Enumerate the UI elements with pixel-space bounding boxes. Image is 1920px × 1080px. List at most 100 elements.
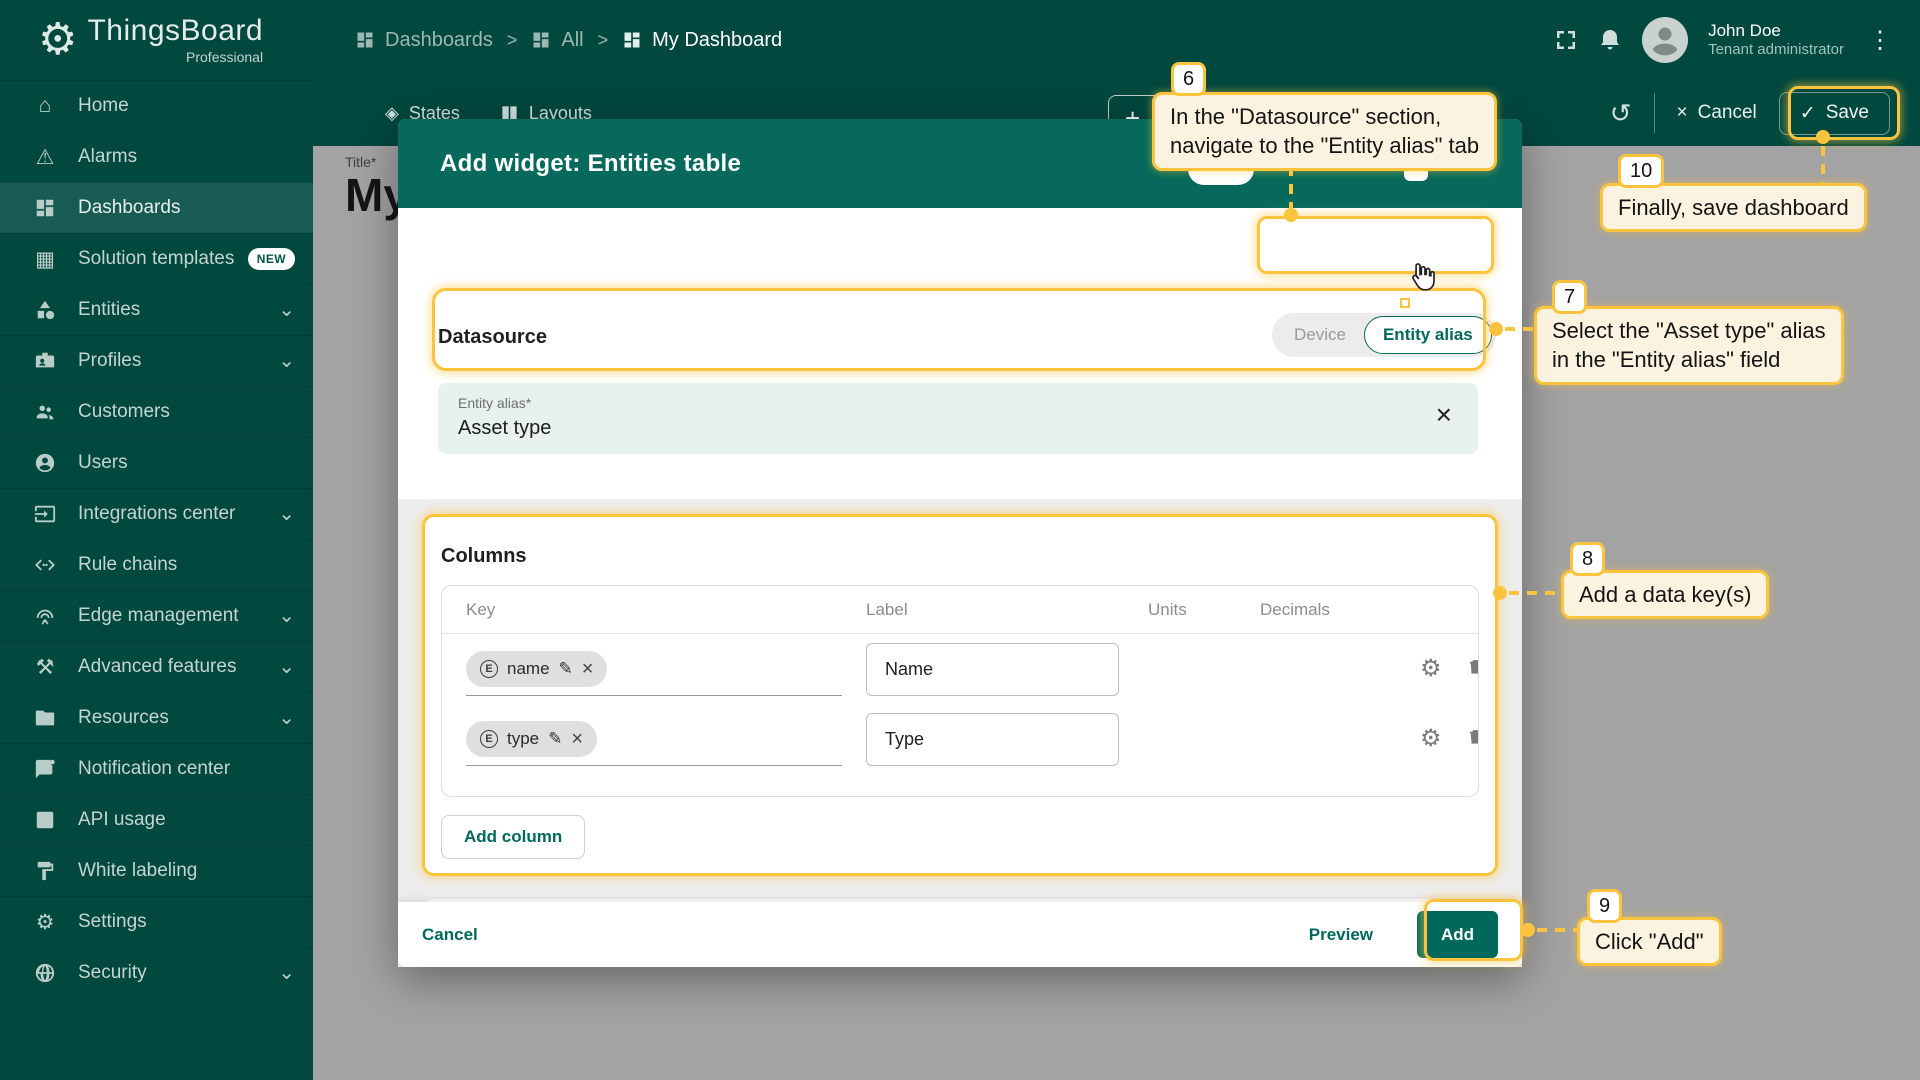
callout-6: In the "Datasource" section, navigate to… bbox=[1152, 92, 1497, 171]
sidebar-item-solution-templates[interactable]: ▦ Solution templates NEW bbox=[0, 233, 313, 284]
logo[interactable]: ⚙ ThingsBoard Professional bbox=[0, 0, 313, 80]
dialog-title: Add widget: Entities table bbox=[440, 150, 741, 178]
entity-alias-value: Asset type bbox=[458, 417, 1458, 440]
breadcrumb-my-dashboard[interactable]: My Dashboard bbox=[622, 29, 782, 52]
check-icon: ✓ bbox=[1800, 102, 1816, 125]
thingsboard-logo-icon: ⚙ bbox=[38, 18, 77, 62]
add-column-button[interactable]: Add column bbox=[441, 815, 585, 859]
sidebar-item-security[interactable]: Security ⌄ bbox=[0, 947, 313, 998]
notifications-bell-icon[interactable] bbox=[1598, 28, 1622, 52]
sidebar-item-dashboards[interactable]: Dashboards bbox=[0, 182, 313, 233]
datakey-name: name bbox=[507, 659, 550, 679]
chevron-down-icon: ⌄ bbox=[278, 967, 295, 979]
callout-badge-6: 6 bbox=[1171, 62, 1206, 96]
sidebar-item-customers[interactable]: Customers bbox=[0, 386, 313, 437]
sidebar-item-label: Integrations center bbox=[78, 503, 270, 525]
breadcrumb-dashboards[interactable]: Dashboards bbox=[355, 29, 493, 52]
delete-column-trash-icon[interactable] bbox=[1466, 656, 1479, 682]
column-settings-gear-icon[interactable]: ⚙ bbox=[1420, 727, 1442, 751]
connector-dot-9 bbox=[1521, 923, 1535, 937]
header-decimals: Decimals bbox=[1260, 600, 1420, 620]
topbar: Dashboards > All > My Dashboard John bbox=[313, 0, 1920, 80]
label-input-name[interactable] bbox=[866, 643, 1119, 696]
table-row: E name ✎ × ⚙ ⠿ bbox=[442, 634, 1478, 704]
sidebar-item-rule-chains[interactable]: Rule chains bbox=[0, 539, 313, 590]
remove-key-icon[interactable]: × bbox=[571, 729, 583, 749]
sidebar-item-profiles[interactable]: Profiles ⌄ bbox=[0, 335, 313, 386]
advanced-features-icon: ⚒ bbox=[30, 655, 60, 680]
cursor-hand-icon bbox=[1404, 260, 1436, 299]
connector-dot-6 bbox=[1284, 208, 1298, 222]
callout-8: Add a data key(s) bbox=[1561, 570, 1769, 619]
connector-line-10 bbox=[1821, 146, 1825, 184]
chevron-down-icon: ⌄ bbox=[278, 304, 295, 316]
column-settings-gear-icon[interactable]: ⚙ bbox=[1420, 657, 1442, 681]
sidebar-item-label: API usage bbox=[78, 809, 295, 831]
dialog-footer: Cancel Preview Add bbox=[398, 902, 1522, 967]
customers-icon bbox=[30, 401, 60, 423]
dialog-cancel-button[interactable]: Cancel bbox=[422, 925, 478, 945]
dashboards-icon bbox=[355, 30, 375, 50]
sidebar-item-edge-management[interactable]: Edge management ⌄ bbox=[0, 590, 313, 641]
clear-alias-icon[interactable]: × bbox=[1436, 401, 1452, 429]
header-units: Units bbox=[1148, 600, 1260, 620]
datakey-chip-name[interactable]: E name ✎ × bbox=[466, 651, 607, 687]
sidebar-item-advanced-features[interactable]: ⚒ Advanced features ⌄ bbox=[0, 641, 313, 692]
sidebar-item-users[interactable]: Users bbox=[0, 437, 313, 488]
dashboard-cancel-button[interactable]: × Cancel bbox=[1677, 102, 1757, 124]
edit-pencil-icon[interactable]: ✎ bbox=[559, 659, 573, 679]
entity-alias-field[interactable]: Entity alias* Asset type × bbox=[438, 383, 1478, 454]
add-widget-dialog: Add widget: Entities table Datasource De… bbox=[398, 119, 1522, 967]
sidebar-item-white-labeling[interactable]: White labeling bbox=[0, 845, 313, 896]
states-diamond-icon: ◈ bbox=[385, 103, 399, 124]
datasource-section: Datasource Device Entity alias Entity al… bbox=[398, 208, 1522, 499]
sidebar-item-entities[interactable]: Entities ⌄ bbox=[0, 284, 313, 335]
sidebar-item-alarms[interactable]: ⚠ Alarms bbox=[0, 131, 313, 182]
api-usage-icon bbox=[30, 809, 60, 831]
sidebar-item-notification-center[interactable]: Notification center bbox=[0, 743, 313, 794]
chevron-down-icon: ⌄ bbox=[278, 712, 295, 724]
dashboard-save-button[interactable]: ✓ Save bbox=[1779, 92, 1890, 135]
more-menu-kebab-icon[interactable]: ⋮ bbox=[1864, 26, 1896, 55]
fullscreen-icon[interactable] bbox=[1554, 28, 1578, 52]
breadcrumb-all[interactable]: All bbox=[531, 29, 583, 52]
edit-pencil-icon[interactable]: ✎ bbox=[548, 729, 562, 749]
notification-center-icon bbox=[30, 758, 60, 780]
avatar[interactable] bbox=[1642, 17, 1688, 63]
breadcrumb: Dashboards > All > My Dashboard bbox=[355, 29, 782, 52]
datakey-chip-type[interactable]: E type ✎ × bbox=[466, 721, 597, 757]
user-info[interactable]: John Doe Tenant administrator bbox=[1708, 20, 1844, 60]
sidebar-item-api-usage[interactable]: API usage bbox=[0, 794, 313, 845]
history-undo-icon[interactable]: ↺ bbox=[1610, 100, 1632, 126]
dashboards-icon bbox=[531, 30, 551, 50]
add-button[interactable]: Add bbox=[1417, 911, 1498, 958]
preview-button[interactable]: Preview bbox=[1309, 925, 1373, 945]
users-icon bbox=[30, 452, 60, 474]
connector-line-6 bbox=[1289, 166, 1293, 212]
breadcrumb-separator: > bbox=[598, 30, 609, 51]
entity-key-icon: E bbox=[480, 730, 498, 748]
sidebar-item-label: Alarms bbox=[78, 146, 295, 168]
sidebar-item-label: Edge management bbox=[78, 605, 270, 627]
toggle-entity-alias[interactable]: Entity alias bbox=[1364, 316, 1492, 354]
connector-dot-10 bbox=[1816, 130, 1830, 144]
remove-key-icon[interactable]: × bbox=[582, 659, 594, 679]
header-label: Label bbox=[866, 600, 1148, 620]
chevron-down-icon: ⌄ bbox=[278, 355, 295, 367]
delete-column-trash-icon[interactable] bbox=[1466, 726, 1479, 752]
sidebar-item-resources[interactable]: Resources ⌄ bbox=[0, 692, 313, 743]
sidebar-item-settings[interactable]: ⚙ Settings bbox=[0, 896, 313, 947]
toggle-device[interactable]: Device bbox=[1276, 325, 1364, 345]
datasource-type-toggle: Device Entity alias bbox=[1272, 313, 1496, 357]
callout-badge-8: 8 bbox=[1570, 542, 1605, 576]
white-labeling-icon bbox=[30, 860, 60, 882]
chevron-down-icon: ⌄ bbox=[278, 508, 295, 520]
user-name: John Doe bbox=[1708, 20, 1844, 41]
sidebar-item-label: Solution templates bbox=[78, 248, 248, 270]
chevron-down-icon: ⌄ bbox=[278, 610, 295, 622]
sidebar-item-integrations-center[interactable]: Integrations center ⌄ bbox=[0, 488, 313, 539]
label-input-type[interactable] bbox=[866, 713, 1119, 766]
cursor-click-marker bbox=[1400, 298, 1410, 308]
sidebar-item-home[interactable]: ⌂ Home bbox=[0, 80, 313, 131]
sidebar-item-label: Rule chains bbox=[78, 554, 295, 576]
